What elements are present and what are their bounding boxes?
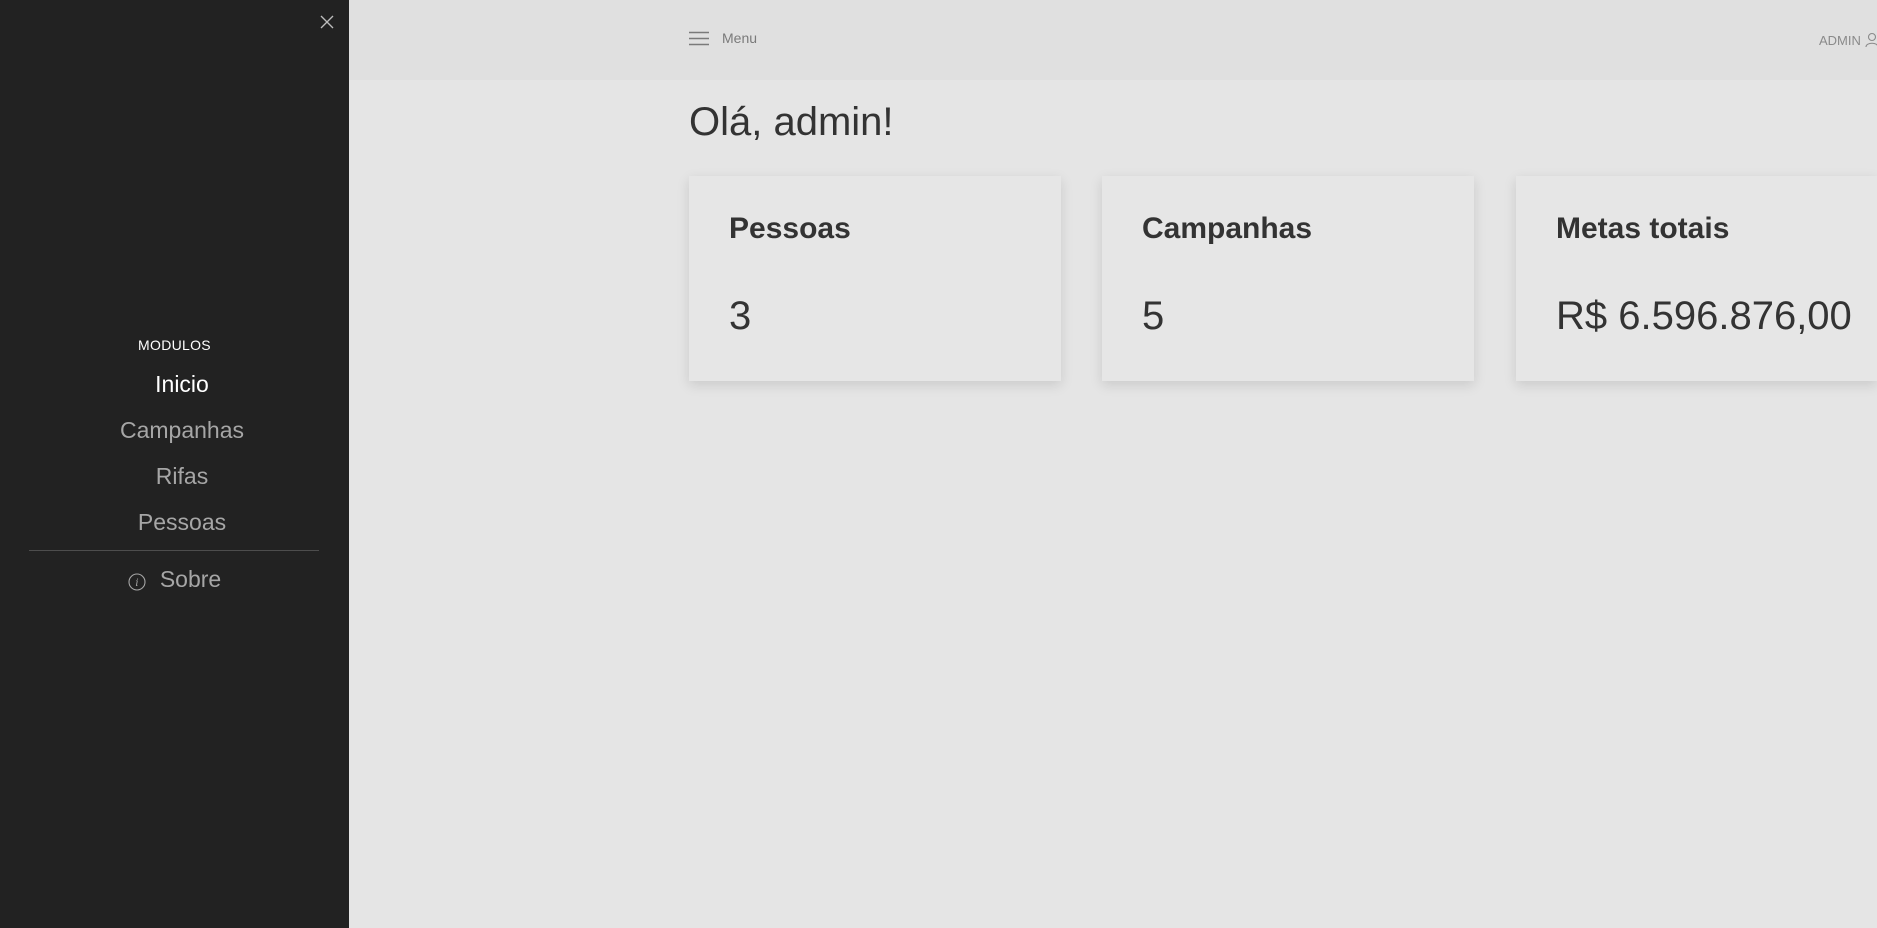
user-menu[interactable]: ADMIN	[1819, 32, 1877, 48]
info-icon: i	[128, 570, 146, 591]
stat-card-pessoas: Pessoas 3	[689, 176, 1061, 381]
sidebar-item-campanhas[interactable]: Campanhas	[0, 417, 364, 444]
close-icon	[320, 15, 334, 29]
top-bar	[349, 0, 1877, 80]
hamburger-icon	[689, 31, 709, 45]
sidebar-item-sobre[interactable]: i Sobre	[0, 566, 349, 593]
user-icon	[1865, 32, 1877, 48]
close-sidebar-button[interactable]	[318, 13, 336, 31]
card-title: Pessoas	[729, 212, 851, 245]
svg-text:i: i	[135, 578, 138, 589]
card-title: Metas totais	[1556, 212, 1730, 245]
sidebar-divider	[29, 550, 319, 551]
sidebar-item-inicio[interactable]: Inicio	[0, 371, 364, 398]
sidebar-item-rifas[interactable]: Rifas	[0, 463, 364, 490]
card-value: 3	[729, 294, 752, 338]
menu-label: Menu	[722, 30, 758, 46]
user-label: ADMIN	[1819, 32, 1861, 48]
card-value: R$ 6.596.876,00	[1556, 294, 1852, 338]
stat-card-metas-totais: Metas totais R$ 6.596.876,00	[1516, 176, 1877, 381]
page-title: Olá, admin!	[689, 100, 894, 144]
stat-card-campanhas: Campanhas 5	[1102, 176, 1474, 381]
sidebar-section-title: MODULOS	[138, 337, 211, 353]
card-title: Campanhas	[1142, 212, 1313, 245]
sidebar: MODULOS Inicio Campanhas Rifas Pessoas i…	[0, 0, 349, 928]
card-value: 5	[1142, 294, 1165, 338]
sidebar-item-label: Sobre	[159, 566, 222, 592]
menu-toggle-button[interactable]: Menu	[689, 30, 757, 46]
sidebar-item-pessoas[interactable]: Pessoas	[0, 509, 364, 536]
